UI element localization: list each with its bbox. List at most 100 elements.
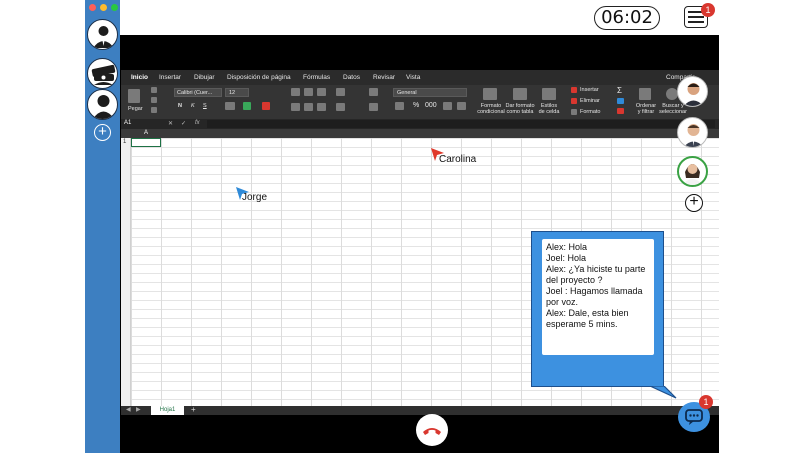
tab-disposicion[interactable]: Disposición de página [227,74,291,81]
close-window-button[interactable] [89,4,96,11]
autosum-icon[interactable]: Σ [617,86,622,95]
delete-icon[interactable] [571,98,577,104]
align-right-icon[interactable] [317,103,326,111]
chat-notification-badge: 1 [699,395,713,409]
format-cells-button[interactable]: Formato [580,109,600,115]
tab-dibujar[interactable]: Dibujar [194,74,215,81]
hang-up-phone-icon [423,428,441,435]
bold-button[interactable]: N [178,103,182,109]
tab-formulas[interactable]: Fórmulas [303,74,330,81]
row-1-header[interactable]: 1 [123,139,126,145]
next-sheet-icon[interactable]: ▶ [136,406,141,413]
row-headers: 1 [121,138,131,406]
jorge-cursor-label: Jorge [242,192,268,203]
table-format-line2: como tabla [506,109,534,115]
increase-decimal-icon[interactable] [443,102,452,110]
fill-icon[interactable] [617,98,624,104]
businessman-icon [93,26,114,48]
tab-insertar[interactable]: Insertar [159,74,181,81]
indent-icon[interactable] [336,103,345,111]
format-as-table-button[interactable]: Dar formato como tabla [505,103,535,115]
format-as-table-icon[interactable] [513,88,527,100]
participant-avatar-3-active[interactable] [677,156,708,187]
carolina-cursor-label: Carolina [439,154,477,165]
orientation-icon[interactable] [336,88,345,96]
find-select-button[interactable]: Buscar y seleccionar [659,103,687,115]
font-name-value: Calibri (Cuer... [177,90,213,96]
conditional-format-button[interactable]: Formato condicional [477,103,505,115]
copy-icon[interactable] [151,97,157,103]
sort-filter-icon[interactable] [639,88,651,100]
format-painter-icon[interactable] [151,107,157,113]
fill-color-icon[interactable] [243,102,251,110]
number-format-select[interactable]: General [393,88,467,97]
sort-line2: y filtrar [637,109,655,115]
chat-message: Alex: Hola [546,242,588,252]
add-sheet-button[interactable]: + [191,405,196,414]
person-icon [92,95,115,119]
add-contact-button[interactable]: + [94,124,111,141]
call-timer: 06:02 [594,6,660,30]
merge-cells-icon[interactable] [369,103,378,111]
accounting-format-icon[interactable] [395,102,404,110]
chat-bubble-tail-icon [650,386,677,399]
font-size-select[interactable]: 12 [225,88,249,97]
align-center-icon[interactable] [304,103,313,111]
menu-line-icon [688,16,704,18]
cell-styles-icon[interactable] [542,88,556,100]
end-call-button[interactable] [416,414,448,446]
sort-filter-button[interactable]: Ordenar y filtrar [633,103,659,115]
maximize-window-button[interactable] [111,4,118,11]
column-a-header[interactable]: A [144,130,148,136]
sheet-tab-hoja1[interactable]: Hoja1 [151,406,184,415]
font-name-select[interactable]: Calibri (Cuer... [174,88,222,97]
name-box[interactable]: A1 [124,120,131,126]
tab-revisar[interactable]: Revisar [373,74,395,81]
cell-styles-button[interactable]: Estilos de celda [537,103,561,115]
app-root: + 06:02 1 Inicio Insertar Dibujar Dispos… [0,0,806,453]
chat-messages: Alex: Hola Joel: Hola Alex: ¿Ya hiciste … [542,239,654,355]
align-middle-icon[interactable] [304,88,313,96]
font-color-icon[interactable] [262,102,270,110]
woman-portrait-icon [682,164,703,185]
ribbon-tabs: Inicio Insertar Dibujar Disposición de p… [121,70,719,85]
delete-button[interactable]: Eliminar [580,98,600,104]
percent-button[interactable]: % [413,102,419,109]
clear-icon[interactable] [617,108,624,114]
cut-icon[interactable] [151,87,157,93]
conditional-format-icon[interactable] [483,88,497,100]
formula-input[interactable] [207,120,715,128]
function-icon[interactable]: fx [195,120,200,126]
format-cells-icon[interactable] [571,109,577,115]
participant-avatar-1[interactable] [677,76,708,107]
borders-icon[interactable] [225,102,235,110]
confirm-formula-icon[interactable]: ✓ [181,120,186,127]
align-top-icon[interactable] [291,88,300,96]
team-money-icon [91,64,116,85]
paste-icon[interactable] [128,89,140,103]
insert-button[interactable]: Insertar [580,87,599,93]
align-bottom-icon[interactable] [317,88,326,96]
window-controls [89,4,118,11]
tab-inicio[interactable]: Inicio [131,74,148,81]
tab-datos[interactable]: Datos [343,74,360,81]
tab-vista[interactable]: Vista [406,74,420,81]
prev-sheet-icon[interactable]: ◀ [126,406,131,413]
contact-avatar-business[interactable] [87,19,118,50]
chat-message: Alex: Dale, esta bien esperame 5 mins. [546,308,632,329]
add-participant-button[interactable]: + [685,194,703,212]
comma-style-button[interactable]: 000 [425,102,437,109]
minimize-window-button[interactable] [100,4,107,11]
chat-message: Joel : Hagamos llamada por voz. [546,286,646,307]
cancel-formula-icon[interactable]: ✕ [168,120,173,127]
align-left-icon[interactable] [291,103,300,111]
insert-icon[interactable] [571,87,577,93]
underline-button[interactable]: S [203,103,207,109]
wrap-text-icon[interactable] [369,88,378,96]
contact-avatar-team[interactable] [87,58,118,89]
italic-button[interactable]: K [191,103,195,109]
decrease-decimal-icon[interactable] [457,102,466,110]
selected-cell-a1[interactable] [131,138,161,147]
contact-avatar-person[interactable] [87,89,118,120]
participant-avatar-2[interactable] [677,117,708,148]
